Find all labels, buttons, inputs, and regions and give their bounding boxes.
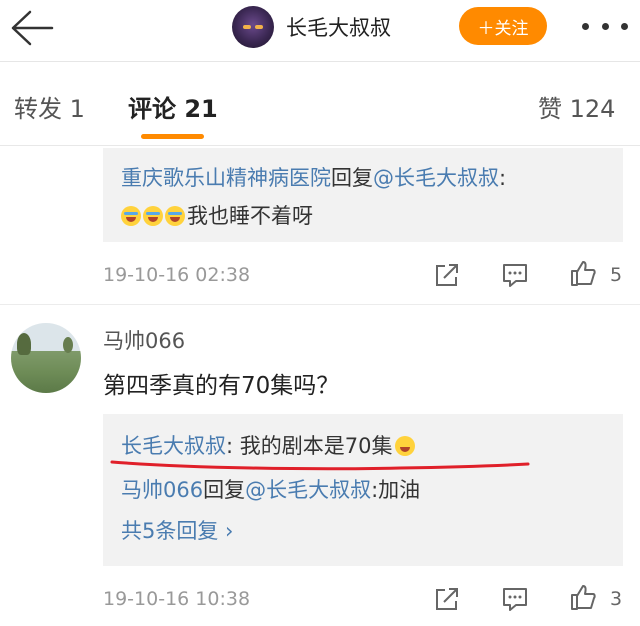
- reply-separator: :: [226, 434, 240, 458]
- active-tab-indicator: [141, 134, 204, 139]
- red-underline-annotation: [110, 460, 530, 471]
- like-thumb-icon[interactable]: [569, 259, 597, 287]
- reply-line: 重庆歌乐山精神病医院回复@长毛大叔叔:: [121, 162, 506, 192]
- follow-button[interactable]: ＋关注: [459, 7, 547, 45]
- crying-face-icon: [121, 206, 141, 226]
- comment-timestamp: 19-10-16 02:38: [103, 264, 251, 286]
- top-nav-bar: 长毛大叔叔 ＋关注: [0, 0, 640, 62]
- more-replies-link[interactable]: 共5条回复 ›: [121, 515, 233, 545]
- comment-author[interactable]: 马帅066: [103, 325, 185, 355]
- divider: [0, 304, 640, 305]
- back-arrow-icon[interactable]: [8, 8, 54, 48]
- like-count: 3: [610, 588, 623, 610]
- crying-face-icon: [143, 206, 163, 226]
- reply-comment-icon[interactable]: [501, 261, 529, 289]
- post-owner[interactable]: 长毛大叔叔: [232, 6, 391, 48]
- crying-face-icon: [165, 206, 185, 226]
- reply-author-link[interactable]: 长毛大叔叔: [121, 434, 226, 458]
- comment-timestamp: 19-10-16 10:38: [103, 588, 251, 610]
- avatar[interactable]: [11, 323, 81, 393]
- share-icon[interactable]: [433, 261, 461, 289]
- more-dots-icon[interactable]: [582, 18, 628, 34]
- reply-text: 我的剧本是70集: [239, 434, 393, 458]
- mention-link[interactable]: @长毛大叔叔: [245, 478, 371, 502]
- like-thumb-icon[interactable]: [569, 583, 597, 611]
- reply-author-link[interactable]: 马帅066: [121, 478, 203, 502]
- comment-text: 第四季真的有70集吗？: [103, 373, 340, 399]
- reply-line: 马帅066回复@长毛大叔叔:加油: [121, 474, 420, 504]
- reply-colon: :: [499, 166, 507, 190]
- tab-repost[interactable]: 转发 1: [14, 89, 85, 124]
- mention-link[interactable]: @长毛大叔叔: [373, 166, 499, 190]
- tab-comment[interactable]: 评论 21: [128, 89, 218, 124]
- reply-comment-icon[interactable]: [501, 585, 529, 613]
- reply-box[interactable]: 长毛大叔叔: 我的剧本是70集 马帅066回复@长毛大叔叔:加油 共5条回复 ›: [103, 414, 623, 566]
- reply-word: 回复: [203, 478, 246, 502]
- reply-word: 回复: [331, 166, 373, 190]
- like-count: 5: [610, 264, 623, 286]
- tab-bar: 转发 1 评论 21 赞 124: [0, 62, 640, 146]
- reply-line: 我也睡不着呀: [121, 200, 313, 230]
- owner-avatar[interactable]: [232, 6, 274, 48]
- owner-name[interactable]: 长毛大叔叔: [286, 12, 391, 42]
- reply-text: 我也睡不着呀: [187, 204, 313, 228]
- reply-box[interactable]: 重庆歌乐山精神病医院回复@长毛大叔叔: 我也睡不着呀: [103, 148, 623, 242]
- smile-face-icon: [394, 436, 415, 456]
- share-icon[interactable]: [433, 585, 461, 613]
- reply-author-link[interactable]: 重庆歌乐山精神病医院: [121, 166, 331, 190]
- reply-text: :加油: [371, 478, 421, 502]
- tab-like[interactable]: 赞 124: [538, 89, 615, 124]
